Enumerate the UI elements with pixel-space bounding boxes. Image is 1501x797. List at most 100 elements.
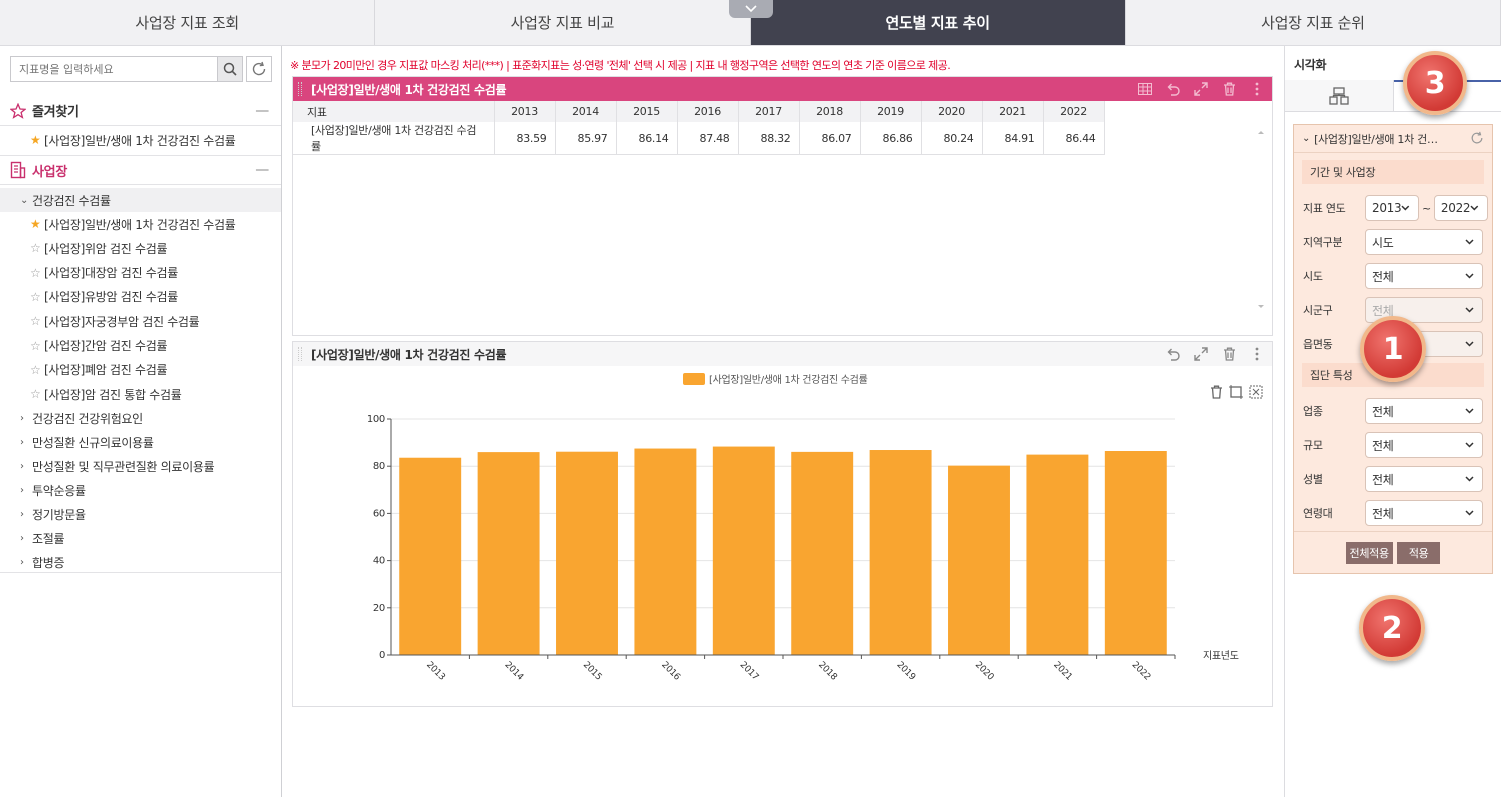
more-vertical-icon[interactable] [1248, 345, 1266, 363]
bar[interactable] [399, 457, 462, 655]
tree-item[interactable]: ☆ [사업장]위암 검진 수검률 [0, 236, 281, 260]
tree-item-label: [사업장]간암 검진 수검률 [44, 339, 168, 353]
trash-icon[interactable] [1220, 345, 1238, 363]
filter-select[interactable]: 전체 [1365, 398, 1483, 424]
x-tick-label: 2020 [973, 660, 996, 683]
chevron-down-icon [1465, 442, 1474, 448]
star-outline-icon[interactable]: ☆ [30, 363, 44, 377]
filter-header[interactable]: ⌄ [사업장]일반/생애 1차 건… [1294, 125, 1492, 153]
table-header-row: 지표 2013 2014 2015 2016 2017 2018 2019 2020 2021 2… [293, 101, 1105, 122]
table-panel: [사업장]일반/생애 1차 건강검진 수검률 지표 2013 2014 2015 20… [292, 76, 1273, 336]
table-cell: 88.32 [738, 122, 800, 155]
bar[interactable] [556, 451, 618, 655]
apply-all-button[interactable]: 전체적용 [1345, 541, 1393, 564]
apply-button[interactable]: 적용 [1396, 541, 1441, 564]
year-to-select[interactable]: 2022 [1433, 195, 1488, 221]
bar[interactable] [1104, 451, 1167, 655]
star-filled-icon[interactable]: ★ [30, 133, 44, 147]
x-tick-label: 2014 [502, 660, 525, 683]
tree-item[interactable]: ☆ [사업장]암 검진 통합 수검률 [0, 382, 281, 406]
table-cell: 84.91 [982, 122, 1044, 155]
star-outline-icon[interactable]: ☆ [30, 266, 44, 280]
year-from-select[interactable]: 2013 [1365, 195, 1419, 221]
search-input[interactable] [10, 56, 218, 82]
table-icon[interactable] [1136, 80, 1154, 98]
collapse-icon[interactable]: — [255, 162, 269, 178]
divider [0, 572, 281, 573]
favorites-header[interactable]: 즐겨찾기 — [0, 96, 281, 126]
favorite-item[interactable]: ★ [사업장]일반/생애 1차 건강검진 수검률 [0, 128, 281, 152]
filter-value: 전체 [1372, 472, 1394, 487]
more-vertical-icon[interactable] [1248, 80, 1266, 98]
workplace-header[interactable]: 사업장 — [0, 155, 281, 185]
filter-value: 전체 [1372, 506, 1394, 521]
chevron-down-icon [1465, 307, 1474, 313]
tree-group[interactable]: › 정기방문율 [0, 502, 281, 526]
star-outline-icon[interactable]: ☆ [30, 387, 44, 401]
tree-group[interactable]: › 투약순응률 [0, 478, 281, 502]
star-outline-icon[interactable]: ☆ [30, 339, 44, 353]
y-tick-label: 80 [373, 461, 385, 472]
chart-panel-header[interactable]: [사업장]일반/생애 1차 건강검진 수검률 [293, 342, 1272, 366]
search-button[interactable] [217, 56, 243, 82]
tree-group[interactable]: › 만성질환 및 직무관련질환 의료이용률 [0, 454, 281, 478]
tree-item[interactable]: ☆ [사업장]간암 검진 수검률 [0, 334, 281, 358]
tree-item[interactable]: ☆ [사업장]폐암 검진 수검률 [0, 358, 281, 382]
tree-group[interactable]: › 건강검진 건강위험요인 [0, 406, 281, 430]
filter-select[interactable]: 전체 [1365, 466, 1483, 492]
star-filled-icon[interactable]: ★ [30, 217, 44, 231]
filter-select[interactable]: 전체 [1365, 500, 1483, 526]
tree-item[interactable]: ☆ [사업장]자궁경부암 검진 수검률 [0, 309, 281, 333]
tree-item[interactable]: ☆ [사업장]대장암 검진 수검률 [0, 261, 281, 285]
filter-select[interactable]: 전체 [1365, 432, 1483, 458]
filter-label: 규모 [1303, 439, 1323, 452]
filter-select[interactable]: 시도 [1365, 229, 1483, 255]
table-row[interactable]: [사업장]일반/생애 1차 건강검진 수검률 83.59 85.97 86.14 87… [293, 122, 1105, 155]
bar[interactable] [634, 448, 697, 655]
chevron-down-icon [1465, 476, 1474, 482]
tree-group[interactable]: › 만성질환 신규의료이용률 [0, 430, 281, 454]
star-outline-icon[interactable]: ☆ [30, 314, 44, 328]
drag-handle-icon[interactable] [298, 347, 302, 361]
chart-panel-title: [사업장]일반/생애 1차 건강검진 수검률 [311, 347, 507, 362]
star-outline-icon[interactable]: ☆ [30, 290, 44, 304]
tree-item[interactable]: ☆ [사업장]유방암 검진 수검률 [0, 285, 281, 309]
refresh-icon[interactable] [1470, 131, 1484, 148]
tree-group-open[interactable]: ⌄ 건강검진 수검률 [0, 188, 281, 212]
collapse-header-button[interactable] [729, 0, 773, 18]
tree-group[interactable]: › 조절률 [0, 527, 281, 551]
tree-group-label: 건강검진 건강위험요인 [32, 411, 143, 426]
bar[interactable] [712, 446, 775, 655]
tree-item[interactable]: ★ [사업장]일반/생애 1차 건강검진 수검률 [0, 212, 281, 236]
bar[interactable] [477, 452, 540, 655]
expand-icon[interactable] [1192, 345, 1210, 363]
tree-group[interactable]: › 합병증 [0, 551, 281, 575]
tab-indicator-lookup[interactable]: 사업장 지표 조회 [0, 0, 376, 45]
tree-item-label: [사업장]유방암 검진 수검률 [44, 290, 178, 305]
notice-text: ※ 분모가 20미만인 경우 지표값 마스킹 처리(***) | 표준화지표는 … [290, 59, 951, 72]
filter-label: 업종 [1303, 405, 1323, 418]
bar[interactable] [948, 465, 1010, 655]
table-cell: 87.48 [677, 122, 739, 155]
drag-handle-icon[interactable] [298, 82, 302, 96]
vertical-scrollbar[interactable] [1256, 127, 1266, 312]
star-outline-icon[interactable]: ☆ [30, 241, 44, 255]
bar[interactable] [1026, 454, 1089, 655]
collapse-icon[interactable]: — [255, 103, 269, 119]
bar[interactable] [791, 451, 854, 655]
bar[interactable] [869, 450, 932, 655]
tab-indicator-compare[interactable]: 사업장 지표 비교 [375, 0, 751, 45]
filter-select[interactable]: 전체 [1365, 263, 1483, 289]
tab-chart-type[interactable] [1285, 80, 1394, 111]
chevron-down-icon: ⌄ [1302, 133, 1311, 144]
undo-icon[interactable] [1164, 345, 1182, 363]
tree-item-label: [사업장]대장암 검진 수검률 [44, 266, 178, 281]
refresh-button[interactable] [246, 56, 272, 82]
expand-icon[interactable] [1192, 80, 1210, 98]
visualization-panel: 시각화 ⌄ [사업장]일반/생애 1차 건… 기간 및 사업장 지표 연도 20… [1284, 46, 1501, 797]
trash-icon[interactable] [1220, 80, 1238, 98]
tab-indicator-rank[interactable]: 사업장 지표 순위 [1126, 0, 1501, 45]
table-panel-header[interactable]: [사업장]일반/생애 1차 건강검진 수검률 [293, 77, 1272, 101]
tab-yearly-trend[interactable]: 연도별 지표 추이 [750, 0, 1126, 45]
undo-icon[interactable] [1164, 80, 1182, 98]
